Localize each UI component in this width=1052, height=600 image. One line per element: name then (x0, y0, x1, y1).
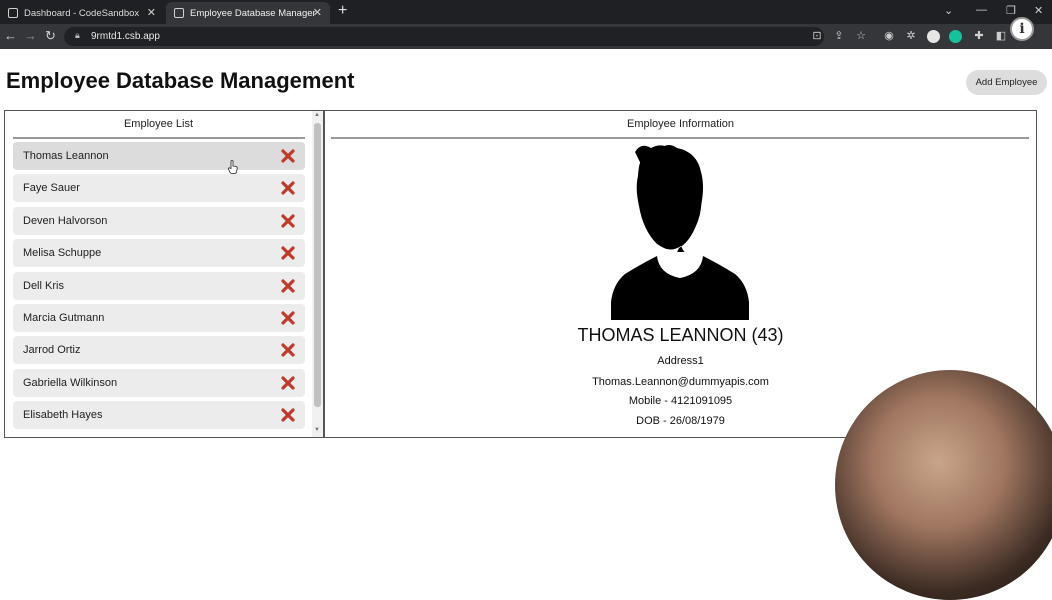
delete-icon[interactable] (280, 407, 296, 423)
employee-name: Deven Halvorson (23, 214, 108, 227)
browser-tab-dashboard[interactable]: Dashboard - CodeSandbox ✕ (0, 2, 164, 24)
delete-icon[interactable] (280, 148, 296, 164)
install-app-icon[interactable]: ⊡ (810, 29, 824, 42)
url-text: 9rmtd1.csb.app (91, 31, 160, 42)
employee-list-item[interactable]: Faye Sauer (13, 174, 305, 203)
share-icon[interactable]: ⇪ (832, 29, 846, 42)
page-title: Employee Database Management (6, 68, 355, 93)
employee-name: Faye Sauer (23, 182, 80, 195)
employee-name: Gabriella Wilkinson (23, 376, 118, 389)
grammarly-icon[interactable] (949, 30, 962, 43)
add-employee-button[interactable]: Add Employee (966, 70, 1047, 95)
close-window-icon[interactable]: ✕ (1034, 4, 1043, 17)
delete-icon[interactable] (280, 245, 296, 261)
scrollbar-thumb[interactable] (314, 123, 321, 407)
tab-title: Dashboard - CodeSandbox (24, 7, 140, 19)
close-tab-icon[interactable]: ✕ (147, 6, 156, 19)
employee-list: Thomas Leannon Faye Sauer Deven Halvorson M… (13, 142, 305, 434)
codesandbox-favicon-icon (174, 8, 184, 18)
employee-name: Thomas Leannon (23, 150, 109, 162)
list-scrollbar[interactable]: ▲ ▼ (312, 111, 323, 437)
employee-list-item[interactable]: Melisa Schuppe (13, 239, 305, 268)
delete-icon[interactable] (280, 342, 296, 358)
delete-icon[interactable] (280, 213, 296, 229)
employee-list-panel: Employee List Thomas Leannon Faye Sauer De… (4, 110, 324, 438)
bookmark-star-icon[interactable]: ☆ (854, 29, 868, 42)
employee-list-item[interactable]: Deven Halvorson (13, 206, 305, 235)
new-tab-icon[interactable]: + (338, 2, 347, 20)
employee-list-item[interactable]: Elisabeth Hayes (13, 401, 305, 430)
employee-info-header: Employee Information (627, 118, 734, 130)
tab-search-chevron-icon[interactable]: ⌄ (944, 4, 953, 17)
hand-cursor-icon (228, 160, 238, 174)
employee-list-item[interactable]: Gabriella Wilkinson (13, 368, 305, 397)
employee-name: Melisa Schuppe (23, 247, 102, 260)
employee-address: Address1 (657, 355, 704, 367)
delete-icon[interactable] (280, 278, 296, 294)
employee-list-item[interactable]: Thomas Leannon (13, 142, 305, 170)
forward-icon[interactable]: → (24, 28, 37, 43)
browser-tab-employee-manager[interactable]: Employee Database Manager ✕ (166, 2, 330, 24)
side-panel-icon[interactable]: ◧ (994, 29, 1008, 42)
employee-name-age: THOMAS LEANNON (43) (577, 325, 784, 345)
info-icon[interactable]: i (1010, 17, 1034, 41)
codesandbox-favicon-icon (8, 8, 18, 18)
divider (331, 137, 1029, 139)
restore-icon[interactable]: ❐ (1006, 4, 1016, 17)
divider (13, 137, 305, 139)
react-devtools-icon[interactable]: ✲ (904, 29, 918, 42)
profile-extension-icon[interactable] (927, 30, 940, 43)
webcam-overlay (835, 370, 1052, 600)
employee-name: Dell Kris (23, 279, 64, 292)
back-icon[interactable]: ← (4, 28, 17, 43)
browser-toolbar: ← → ↻ 🔒︎ 9rmtd1.csb.app ⊡ ⇪ ☆ ◉ ✲ ✚ ◧ (0, 24, 1052, 49)
scroll-down-icon[interactable]: ▼ (314, 427, 320, 433)
delete-icon[interactable] (280, 180, 296, 196)
employee-list-item[interactable]: Marcia Gutmann (13, 303, 305, 332)
close-tab-icon[interactable]: ✕ (313, 6, 322, 19)
employee-name: Jarrod Ortiz (23, 344, 81, 357)
reload-icon[interactable]: ↻ (45, 28, 56, 44)
employee-name: Elisabeth Hayes (23, 409, 103, 422)
delete-icon[interactable] (280, 375, 296, 391)
employee-list-item[interactable]: Jarrod Ortiz (13, 336, 305, 365)
tab-title: Employee Database Manager (190, 7, 316, 19)
lock-icon: 🔒︎ (75, 30, 80, 40)
scroll-up-icon[interactable]: ▲ (314, 112, 320, 118)
employee-list-header: Employee List (123, 118, 194, 130)
address-bar[interactable]: 🔒︎ 9rmtd1.csb.app (64, 27, 824, 46)
extension-circle-icon[interactable]: ◉ (882, 29, 896, 42)
delete-icon[interactable] (280, 310, 296, 326)
user-avatar-icon (611, 145, 749, 320)
browser-tab-bar: Dashboard - CodeSandbox ✕ Employee Datab… (0, 0, 1052, 24)
minimize-icon[interactable]: — (976, 4, 987, 16)
employee-name: Marcia Gutmann (23, 311, 105, 324)
extensions-puzzle-icon[interactable]: ✚ (972, 29, 986, 42)
employee-list-item[interactable]: Dell Kris (13, 271, 305, 300)
